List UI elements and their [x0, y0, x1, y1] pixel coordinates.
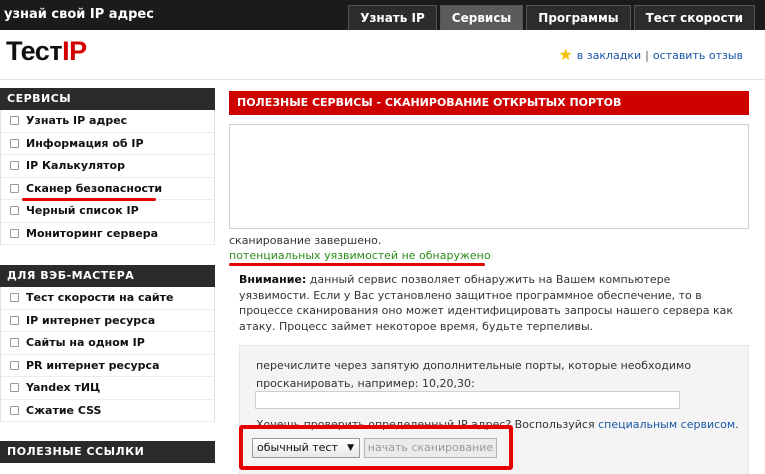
- sidebar-item-ip-calculator[interactable]: IP Калькулятор: [1, 155, 214, 178]
- highlight-underline: [229, 263, 485, 266]
- warning-note: Внимание: данный сервис позволяет обнару…: [229, 272, 739, 334]
- sidebar-list: Тест скорости на сайте IP интернет ресур…: [0, 287, 215, 422]
- sidebar-item-label: Yandex тИЦ: [26, 381, 101, 395]
- sidebar-item-label: Узнать IP адрес: [26, 114, 128, 128]
- checkbox-icon: [10, 405, 19, 415]
- tab-find-ip[interactable]: Узнать IP: [348, 5, 437, 30]
- sidebar-item-label: Черный список IP: [26, 204, 139, 218]
- sidebar-item-site-speed-test[interactable]: Тест скорости на сайте: [1, 287, 214, 310]
- sidebar-item-label: IP интернет ресурса: [26, 313, 156, 327]
- header-links: ★ в закладки | оставить отзыв: [558, 45, 743, 64]
- sidebar-list: Узнать IP адрес Информация об IP IP Каль…: [0, 110, 215, 245]
- sidebar-section-title: ПОЛЕЗНЫЕ ССЫЛКИ: [0, 441, 215, 463]
- sidebar-item-pr[interactable]: PR интернет ресурса: [1, 355, 214, 377]
- sidebar-item-label: Тест скорости на сайте: [26, 291, 174, 305]
- highlight-underline: [22, 198, 156, 201]
- main-nav-tabs: Узнать IP Сервисы Программы Тест скорост…: [348, 5, 755, 30]
- check-ip-end: .: [735, 418, 739, 431]
- logo-text: Тест: [6, 36, 63, 66]
- sidebar-item-security-scanner[interactable]: Сканер безопасности: [1, 178, 214, 200]
- sidebar-item-ip-blacklist[interactable]: Черный список IP: [1, 200, 214, 223]
- sidebar-section-title: ДЛЯ ВЭБ-МАСТЕРА: [0, 265, 215, 287]
- checkbox-icon: [10, 383, 19, 393]
- tab-programs[interactable]: Программы: [526, 5, 631, 30]
- bookmark-link[interactable]: в закладки: [577, 49, 641, 62]
- checkbox-icon: [10, 206, 19, 216]
- top-bar: узнай свой IP адрес Узнать IP Сервисы Пр…: [0, 0, 765, 30]
- tab-services[interactable]: Сервисы: [439, 5, 524, 30]
- sidebar-item-ip-info[interactable]: Информация об IP: [1, 133, 214, 155]
- logo-accent: IP: [62, 36, 87, 66]
- sidebar-item-label: Информация об IP: [26, 136, 144, 150]
- checkbox-icon: [10, 315, 19, 325]
- sidebar-section-webmaster: ДЛЯ ВЭБ-МАСТЕРА Тест скорости на сайте I…: [0, 265, 215, 422]
- site-tagline: узнай свой IP адрес: [4, 7, 154, 22]
- special-service-link[interactable]: специальным сервисом: [598, 418, 735, 431]
- sidebar-section-services: СЕРВИСЫ Узнать IP адрес Информация об IP…: [0, 88, 215, 245]
- header: ТестIP ★ в закладки | оставить отзыв: [0, 30, 765, 80]
- checkbox-icon: [10, 161, 19, 171]
- sidebar-item-label: IP Калькулятор: [26, 159, 125, 173]
- checkbox-icon: [10, 293, 19, 303]
- scan-result: потенциальных уязвимостей не обнаружено: [229, 249, 491, 262]
- sidebar-item-label: Сайты на одном IP: [26, 336, 145, 350]
- main-content: ПОЛЕЗНЫЕ СЕРВИСЫ - СКАНИРОВАНИЕ ОТКРЫТЫХ…: [229, 91, 749, 474]
- checkbox-icon: [10, 338, 19, 348]
- star-icon: ★: [558, 45, 573, 64]
- sidebar-item-sites-on-ip[interactable]: Сайты на одном IP: [1, 332, 214, 355]
- sidebar-item-yandex-tic[interactable]: Yandex тИЦ: [1, 377, 214, 400]
- scan-results-box: [229, 124, 749, 229]
- sidebar-item-label: PR интернет ресурса: [26, 358, 160, 372]
- warning-text: данный сервис позволяет обнаружить на Ва…: [239, 273, 734, 333]
- page-title: ПОЛЕЗНЫЕ СЕРВИСЫ - СКАНИРОВАНИЕ ОТКРЫТЫХ…: [229, 91, 749, 115]
- sidebar-item-label: Сканер безопасности: [26, 181, 163, 195]
- sidebar-item-label: Сжатие CSS: [26, 403, 102, 417]
- sidebar-item-find-ip[interactable]: Узнать IP адрес: [1, 110, 214, 133]
- sidebar-item-css-compress[interactable]: Сжатие CSS: [1, 400, 214, 422]
- ports-input[interactable]: [255, 391, 680, 409]
- highlight-frame: [239, 425, 513, 470]
- checkbox-icon: [10, 116, 19, 126]
- checkbox-icon: [10, 183, 19, 193]
- sidebar-item-label: Мониторинг сервера: [26, 226, 159, 240]
- ports-instructions: перечислите через запятую дополнительные…: [256, 359, 692, 390]
- warning-label: Внимание:: [239, 273, 307, 286]
- tab-speed-test[interactable]: Тест скорости: [633, 5, 755, 30]
- sidebar-section-title: СЕРВИСЫ: [0, 88, 215, 110]
- sidebar-item-resource-ip[interactable]: IP интернет ресурса: [1, 310, 214, 332]
- site-logo[interactable]: ТестIP: [6, 36, 87, 67]
- checkbox-icon: [10, 228, 19, 238]
- checkbox-icon: [10, 138, 19, 148]
- sidebar-item-server-monitoring[interactable]: Мониторинг сервера: [1, 223, 214, 245]
- feedback-link[interactable]: оставить отзыв: [653, 49, 743, 62]
- scan-status: сканирование завершено.: [229, 234, 382, 247]
- sidebar-section-useful-links: ПОЛЕЗНЫЕ ССЫЛКИ: [0, 441, 215, 463]
- checkbox-icon: [10, 360, 19, 370]
- link-separator: |: [645, 48, 649, 62]
